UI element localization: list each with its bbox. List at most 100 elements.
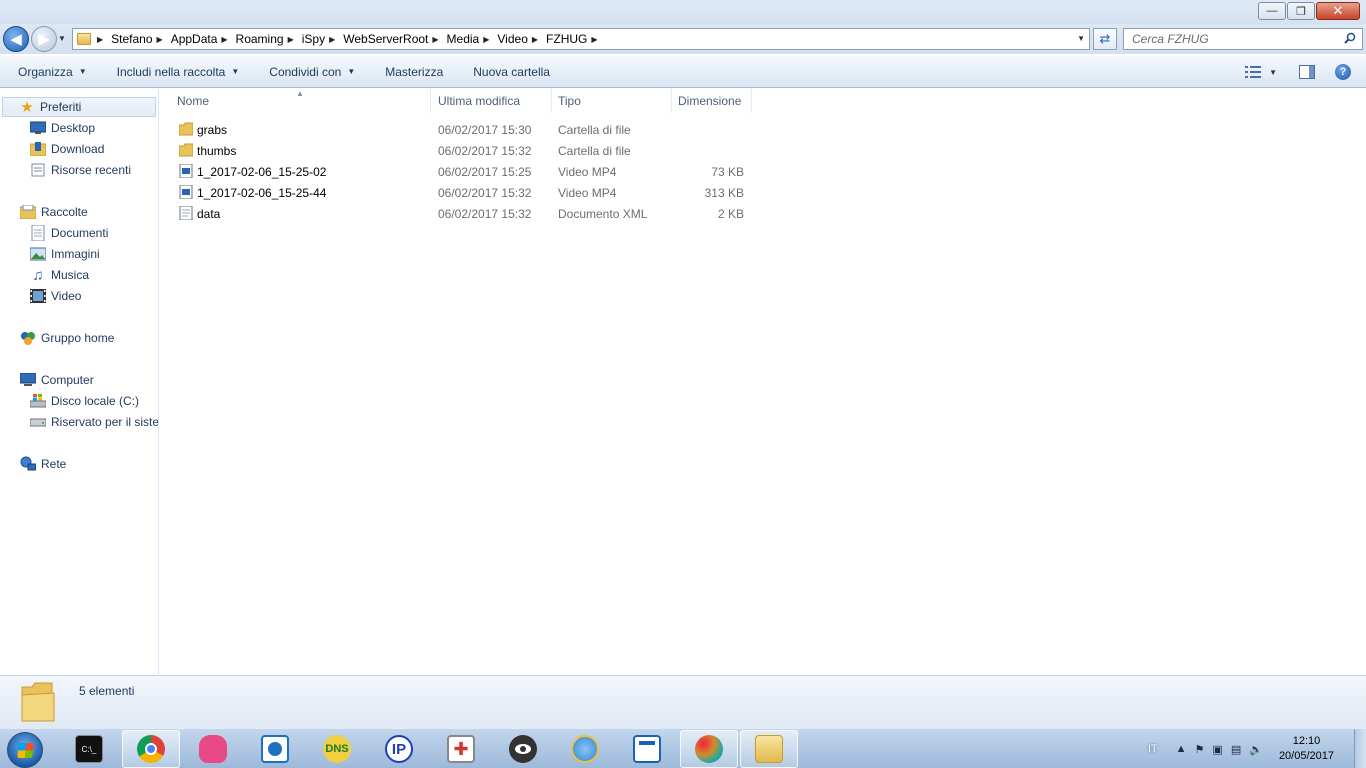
new-folder-button[interactable]: Nuova cartella	[458, 59, 565, 85]
app-window-icon	[633, 735, 661, 763]
nav-pictures[interactable]: Immagini	[30, 244, 100, 264]
taskbar-app-window-button[interactable]	[618, 730, 676, 768]
nav-homegroup[interactable]: Gruppo home	[20, 328, 114, 348]
include-in-library-button[interactable]: Includi nella raccolta ▼	[102, 59, 255, 85]
nav-network[interactable]: Rete	[20, 454, 66, 474]
explorer-icon	[755, 735, 783, 763]
navigation-pane: ★ Preferiti Desktop Download Risorse rec…	[0, 89, 159, 675]
show-hidden-icons-icon[interactable]: ▲	[1176, 743, 1187, 755]
recent-pages-dropdown[interactable]: ▼	[58, 34, 66, 43]
recent-places-icon	[30, 162, 46, 178]
file-row[interactable]: grabs 06/02/2017 15:30 Cartella di file	[159, 119, 759, 140]
breadcrumb-item[interactable]: iSpy ▶	[302, 32, 344, 46]
share-with-button[interactable]: Condividi con ▼	[254, 59, 370, 85]
nav-system-reserved[interactable]: Riservato per il sistema	[30, 412, 158, 432]
homegroup-icon	[20, 330, 36, 346]
taskbar-cmd-button[interactable]: C:\_	[60, 730, 118, 768]
drive-icon	[30, 414, 46, 430]
nav-libraries[interactable]: Raccolte	[20, 202, 88, 222]
file-row[interactable]: thumbs 06/02/2017 15:32 Cartella di file	[159, 140, 759, 161]
safely-remove-icon[interactable]: ▣	[1212, 743, 1222, 756]
taskbar-chrome-button[interactable]	[122, 730, 180, 768]
taskbar-eye-button[interactable]	[494, 730, 552, 768]
file-list: Nome ▲ Ultima modifica Tipo Dimensione g…	[159, 89, 1366, 675]
video-icon	[30, 288, 46, 304]
nav-favorites[interactable]: ★ Preferiti	[2, 97, 156, 117]
file-row[interactable]: data 06/02/2017 15:32 Documento XML 2 KB	[159, 203, 759, 224]
search-icon[interactable]	[1344, 32, 1356, 44]
preview-pane-icon[interactable]	[1299, 65, 1315, 79]
refresh-button[interactable]: ⇄	[1093, 28, 1117, 50]
column-header-size[interactable]: Dimensione	[672, 89, 752, 113]
nav-music[interactable]: ♫ Musica	[30, 265, 89, 285]
chevron-right-icon: ▶	[287, 34, 294, 44]
window-controls: — ❐ ✕	[1257, 2, 1360, 20]
network-status-icon[interactable]: ▤	[1231, 743, 1241, 756]
taskbar-explorer-button[interactable]	[740, 730, 798, 768]
clock[interactable]: 12:10 20/05/2017	[1279, 734, 1334, 764]
chevron-right-icon: ▶	[432, 34, 439, 44]
address-dropdown-icon[interactable]: ▼	[1077, 34, 1085, 43]
view-dropdown-icon[interactable]: ▼	[1269, 68, 1277, 77]
folder-icon	[77, 33, 91, 45]
nav-download[interactable]: Download	[30, 139, 104, 159]
star-icon: ★	[20, 99, 34, 116]
action-center-flag-icon[interactable]: ⚑	[1195, 743, 1205, 756]
volume-icon[interactable]: 🔈	[1249, 743, 1263, 756]
taskbar-monitor-button[interactable]	[246, 730, 304, 768]
taskbar-globe-button[interactable]	[556, 730, 614, 768]
taskbar-ip-button[interactable]: IP	[370, 730, 428, 768]
breadcrumb-item[interactable]: Stefano ▶	[111, 32, 171, 46]
address-row: ◀ ▶ ▼ ▶ Stefano ▶ AppData ▶ Roaming ▶ iSpy ▶…	[0, 24, 1366, 54]
forward-button[interactable]: ▶	[31, 26, 57, 52]
search-input[interactable]	[1124, 29, 1334, 49]
nav-recent-places[interactable]: Risorse recenti	[30, 160, 131, 180]
organize-button[interactable]: Organizza ▼	[0, 59, 102, 85]
chevron-right-icon: ▶	[156, 34, 163, 44]
start-button[interactable]	[7, 732, 43, 768]
burn-button[interactable]: Masterizza	[370, 59, 458, 85]
chevron-right-icon: ▶	[483, 34, 490, 44]
minimize-button[interactable]: —	[1258, 2, 1286, 20]
view-options-icon[interactable]	[1245, 66, 1262, 78]
chevron-right-icon: ▶	[591, 34, 598, 44]
close-button[interactable]: ✕	[1316, 2, 1360, 20]
help-icon[interactable]: ?	[1335, 64, 1351, 80]
column-header-modified[interactable]: Ultima modifica	[432, 89, 552, 113]
cmd-icon: C:\_	[75, 735, 103, 763]
taskbar-paint-button[interactable]	[680, 730, 738, 768]
computer-icon	[20, 372, 36, 388]
music-icon: ♫	[32, 266, 44, 284]
language-indicator[interactable]: IT	[1148, 743, 1158, 755]
taskbar-security-button[interactable]: ✚	[432, 730, 490, 768]
chevron-right-icon[interactable]: ▶	[97, 35, 103, 44]
local-disk-icon	[30, 393, 46, 409]
file-row[interactable]: 1_2017-02-06_15-25-44 06/02/2017 15:32 V…	[159, 182, 759, 203]
nav-desktop[interactable]: Desktop	[30, 118, 95, 138]
breadcrumb-item[interactable]: AppData ▶	[171, 32, 236, 46]
nav-videos[interactable]: Video	[30, 286, 81, 306]
breadcrumb-item[interactable]: Roaming ▶	[236, 32, 302, 46]
file-row[interactable]: 1_2017-02-06_15-25-02 06/02/2017 15:25 V…	[159, 161, 759, 182]
nav-documents[interactable]: Documenti	[30, 223, 108, 243]
nav-local-disk[interactable]: Disco locale (C:)	[30, 391, 139, 411]
address-bar[interactable]: ▶ Stefano ▶ AppData ▶ Roaming ▶ iSpy ▶ WebSe…	[72, 28, 1090, 50]
dns-icon: DNS	[323, 735, 351, 763]
breadcrumb-item[interactable]: WebServerRoot ▶	[343, 32, 446, 46]
taskbar-dns-button[interactable]: DNS	[308, 730, 366, 768]
system-tray: IT ▲ ⚑ ▣ ▤ 🔈 12:10 20/05/2017	[1148, 729, 1366, 768]
network-icon	[20, 456, 36, 472]
back-button[interactable]: ◀	[3, 26, 29, 52]
column-header-type[interactable]: Tipo	[552, 89, 672, 113]
nav-computer[interactable]: Computer	[20, 370, 94, 390]
breadcrumb-item[interactable]: Media ▶	[447, 32, 498, 46]
breadcrumb-item[interactable]: FZHUG ▶	[546, 32, 605, 46]
taskbar-pink-app-button[interactable]	[184, 730, 242, 768]
ip-icon: IP	[385, 735, 413, 763]
command-bar: Organizza ▼ Includi nella raccolta ▼ Condi…	[0, 56, 1366, 88]
breadcrumb-item[interactable]: Video ▶	[497, 32, 546, 46]
show-desktop-button[interactable]	[1354, 729, 1366, 768]
maximize-button[interactable]: ❐	[1287, 2, 1315, 20]
search-box[interactable]	[1123, 28, 1363, 50]
chevron-right-icon: ▶	[531, 34, 539, 44]
